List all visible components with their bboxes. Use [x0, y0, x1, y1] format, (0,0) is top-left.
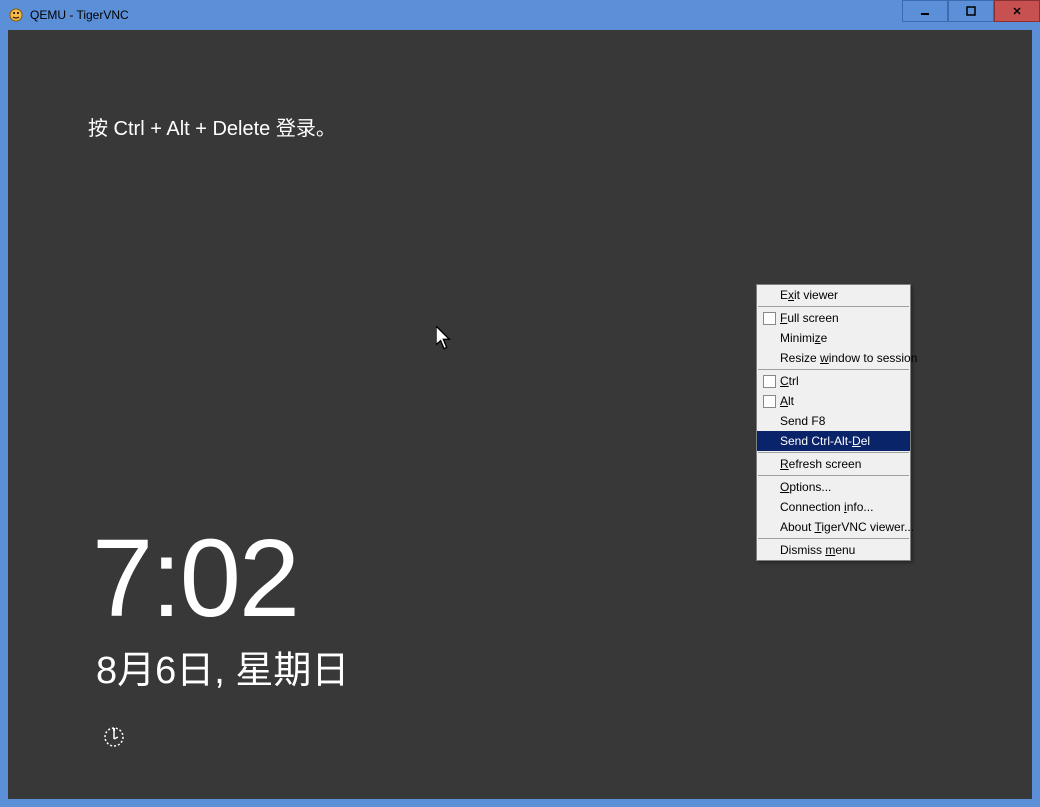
menu-exit-viewer[interactable]: Exit viewer: [757, 285, 910, 305]
lock-date: 8月6日, 星期日: [96, 639, 349, 694]
menu-separator: [758, 538, 909, 539]
window-controls: [902, 0, 1040, 22]
vnc-context-menu: Exit viewer Full screen Minimize Resize …: [756, 284, 911, 561]
menu-about[interactable]: About TigerVNC viewer...: [757, 517, 910, 537]
menu-full-screen[interactable]: Full screen: [757, 308, 910, 328]
menu-dismiss[interactable]: Dismiss menu: [757, 540, 910, 560]
menu-separator: [758, 306, 909, 307]
maximize-button[interactable]: [948, 0, 994, 22]
menu-separator: [758, 452, 909, 453]
window-title: QEMU - TigerVNC: [30, 8, 129, 22]
app-icon: [8, 7, 24, 23]
menu-minimize[interactable]: Minimize: [757, 328, 910, 348]
login-instruction: 按 Ctrl + Alt + Delete 登录。: [88, 112, 336, 141]
menu-connection-info[interactable]: Connection info...: [757, 497, 910, 517]
menu-separator: [758, 369, 909, 370]
menu-ctrl[interactable]: Ctrl: [757, 371, 910, 391]
menu-send-f8[interactable]: Send F8: [757, 411, 910, 431]
ease-of-access-icon[interactable]: [102, 725, 126, 749]
menu-options[interactable]: Options...: [757, 477, 910, 497]
menu-resize-window[interactable]: Resize window to session: [757, 348, 910, 368]
titlebar[interactable]: QEMU - TigerVNC: [0, 0, 1040, 30]
close-button[interactable]: [994, 0, 1040, 22]
menu-refresh-screen[interactable]: Refresh screen: [757, 454, 910, 474]
menu-separator: [758, 475, 909, 476]
mouse-cursor-icon: [436, 326, 452, 346]
checkbox-icon: [763, 375, 776, 388]
lock-time: 7:02: [92, 524, 298, 634]
menu-alt[interactable]: Alt: [757, 391, 910, 411]
checkbox-icon: [763, 395, 776, 408]
vnc-viewport[interactable]: 按 Ctrl + Alt + Delete 登录。 7:02 8月6日, 星期日…: [8, 30, 1032, 799]
minimize-button[interactable]: [902, 0, 948, 22]
menu-send-ctrl-alt-del[interactable]: Send Ctrl-Alt-Del: [757, 431, 910, 451]
checkbox-icon: [763, 312, 776, 325]
